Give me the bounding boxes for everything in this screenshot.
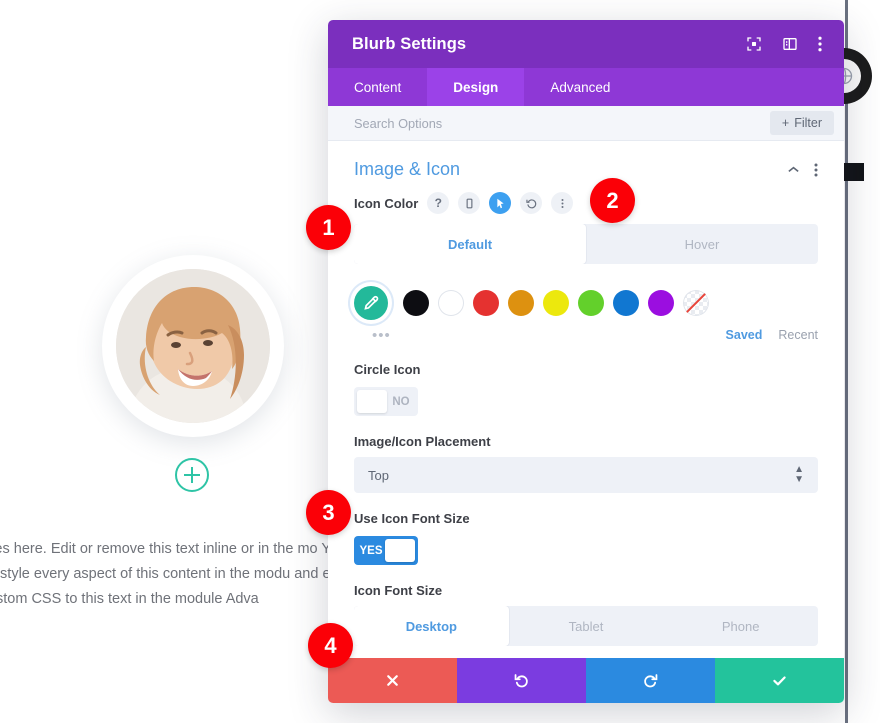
- blurb-body: ntent goes here. Edit or remove this tex…: [0, 541, 354, 607]
- modal-tabs: Content Design Advanced: [328, 68, 844, 106]
- filter-label: Filter: [794, 116, 822, 130]
- section-title: Image & Icon: [354, 159, 461, 179]
- kebab-menu-icon[interactable]: [551, 192, 574, 214]
- icon-color-label: Icon Color: [354, 195, 419, 211]
- redo-button[interactable]: [586, 658, 715, 703]
- icon-color-row: Icon Color ?: [354, 192, 818, 214]
- kebab-menu-icon[interactable]: [818, 36, 822, 52]
- search-input[interactable]: [354, 115, 770, 131]
- device-desktop-tab[interactable]: Desktop: [354, 606, 509, 646]
- swatch-yellow[interactable]: [543, 290, 569, 316]
- use-icon-font-size-toggle[interactable]: YES: [354, 536, 418, 565]
- callout-badge-3: 3: [306, 490, 351, 535]
- icon-color-state-toggle: Default Hover: [354, 224, 818, 264]
- undo-icon: [514, 674, 528, 688]
- callout-badge-2: 2: [590, 178, 635, 223]
- cursor-icon[interactable]: [489, 192, 512, 214]
- circle-icon-toggle-value: NO: [392, 395, 410, 408]
- check-icon: [773, 676, 786, 686]
- swatch-green[interactable]: [578, 290, 604, 316]
- eyedropper-icon[interactable]: [354, 286, 388, 320]
- swatch-white[interactable]: [438, 290, 464, 316]
- tab-advanced[interactable]: Advanced: [524, 68, 636, 106]
- modal-title: Blurb Settings: [352, 34, 467, 53]
- toggle-knob: [385, 539, 415, 562]
- reset-icon[interactable]: [520, 192, 543, 214]
- blurb-settings-modal: Blurb Settings Content Design Advanced S…: [328, 20, 844, 703]
- use-icon-font-size-toggle-value: YES: [359, 544, 383, 557]
- mobile-icon[interactable]: [458, 192, 481, 214]
- save-button[interactable]: [715, 658, 844, 703]
- help-icon[interactable]: ?: [427, 192, 450, 214]
- undo-button[interactable]: [457, 658, 586, 703]
- avatar: [102, 255, 284, 437]
- kebab-menu-icon[interactable]: [814, 163, 818, 177]
- device-tablet-tab[interactable]: Tablet: [509, 606, 664, 646]
- state-hover-tab[interactable]: Hover: [586, 224, 818, 264]
- circle-icon-label: Circle Icon: [354, 362, 421, 377]
- layout-panel-icon[interactable]: [782, 36, 798, 52]
- blurb-module: oe ntent goes here. Edit or remove this …: [0, 255, 360, 607]
- modal-footer: [328, 658, 844, 703]
- swatch-red[interactable]: [473, 290, 499, 316]
- saved-recent-tabs: Saved Recent: [726, 328, 818, 342]
- close-icon: [387, 675, 398, 686]
- swatch-meta-row: ••• Saved Recent: [354, 326, 818, 344]
- section-actions: [787, 163, 818, 177]
- saved-tab[interactable]: Saved: [726, 328, 763, 342]
- device-toggle: Desktop Tablet Phone: [354, 606, 818, 646]
- swatch-transparent[interactable]: [683, 290, 709, 316]
- swatch-orange[interactable]: [508, 290, 534, 316]
- circle-icon-toggle[interactable]: NO: [354, 387, 418, 416]
- swatch-black[interactable]: [403, 290, 429, 316]
- filter-button[interactable]: + Filter: [769, 111, 834, 135]
- add-module-button[interactable]: [175, 458, 209, 492]
- page-edge-divider: [845, 0, 848, 723]
- swatch-blue[interactable]: [613, 290, 639, 316]
- modal-header: Blurb Settings: [328, 20, 844, 68]
- tab-design[interactable]: Design: [427, 68, 525, 106]
- icon-font-size-label: Icon Font Size: [354, 583, 443, 598]
- plus-icon: +: [781, 116, 790, 130]
- callout-badge-4: 4: [308, 623, 353, 668]
- use-icon-font-size-label: Use Icon Font Size: [354, 511, 470, 526]
- chevron-up-icon[interactable]: [787, 163, 800, 176]
- recent-tab[interactable]: Recent: [778, 328, 818, 342]
- search-bar: + Filter: [328, 106, 844, 141]
- state-default-tab[interactable]: Default: [354, 224, 586, 264]
- callout-badge-1: 1: [306, 205, 351, 250]
- modal-body: Image & Icon Icon Color ? Default Hover …: [328, 141, 844, 658]
- placement-value: Top: [368, 467, 389, 483]
- cancel-button[interactable]: [328, 658, 457, 703]
- fullscreen-icon[interactable]: [746, 36, 762, 52]
- avatar-photo: [116, 269, 270, 423]
- tab-content[interactable]: Content: [328, 68, 427, 106]
- device-phone-tab[interactable]: Phone: [663, 606, 818, 646]
- placement-select[interactable]: Top ▲ ▼: [354, 457, 818, 493]
- redo-icon: [644, 674, 658, 688]
- image-icon-section-header: Image & Icon: [354, 141, 818, 192]
- modal-header-actions: [746, 36, 822, 52]
- swatch-purple[interactable]: [648, 290, 674, 316]
- more-colors-icon[interactable]: •••: [372, 327, 391, 344]
- chevron-updown-icon: ▲ ▼: [794, 464, 804, 485]
- toggle-knob: [357, 390, 387, 413]
- placement-label: Image/Icon Placement: [354, 434, 491, 449]
- color-swatch-row: [354, 286, 818, 320]
